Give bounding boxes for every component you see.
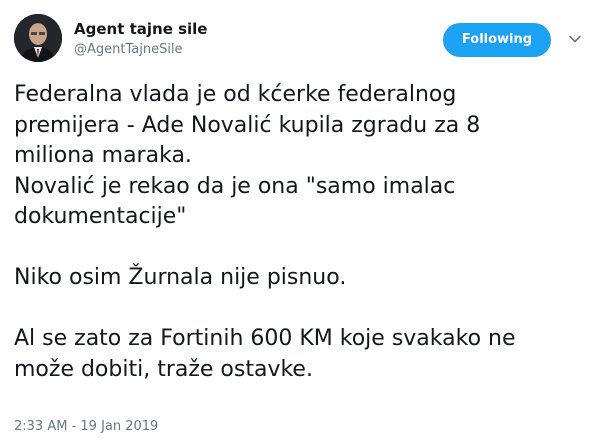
tweet-text: Federalna vlada je od kćerke federalnog …	[14, 80, 586, 385]
author-display-name[interactable]: Agent tajne sile	[74, 19, 207, 39]
tweet-text-line: može dobiti, traže ostavke.	[14, 356, 313, 382]
tweet-text-line: Niko osim Žurnala nije pisnuo.	[14, 265, 347, 290]
tweet-text-line: premijera - Ade Novalić kupila zgradu za…	[14, 112, 481, 138]
tweet-timestamp[interactable]: 2:33 AM - 19 Jan 2019	[14, 418, 158, 436]
tweet-text-line: miliona maraka.	[14, 143, 192, 168]
tweet-text-line: Federalna vlada je od kćerke federalnog	[14, 82, 457, 107]
tweet-text-line: Al se zato za Fortinih 600 KM koje svaka…	[14, 326, 516, 351]
tweet-text-line: dokumentacije"	[14, 204, 187, 229]
tweet-card: Agent tajne sile @AgentTajneSile Followi…	[0, 0, 600, 447]
chevron-down-icon[interactable]	[568, 32, 582, 46]
avatar[interactable]	[14, 14, 62, 62]
author-handle[interactable]: @AgentTajneSile	[74, 41, 207, 59]
avatar-image	[14, 14, 62, 62]
following-button[interactable]: Following	[443, 23, 551, 57]
tweet-text-line: Novalić je rekao da je ona "samo imalac	[14, 173, 456, 199]
author-info: Agent tajne sile @AgentTajneSile	[74, 19, 207, 59]
